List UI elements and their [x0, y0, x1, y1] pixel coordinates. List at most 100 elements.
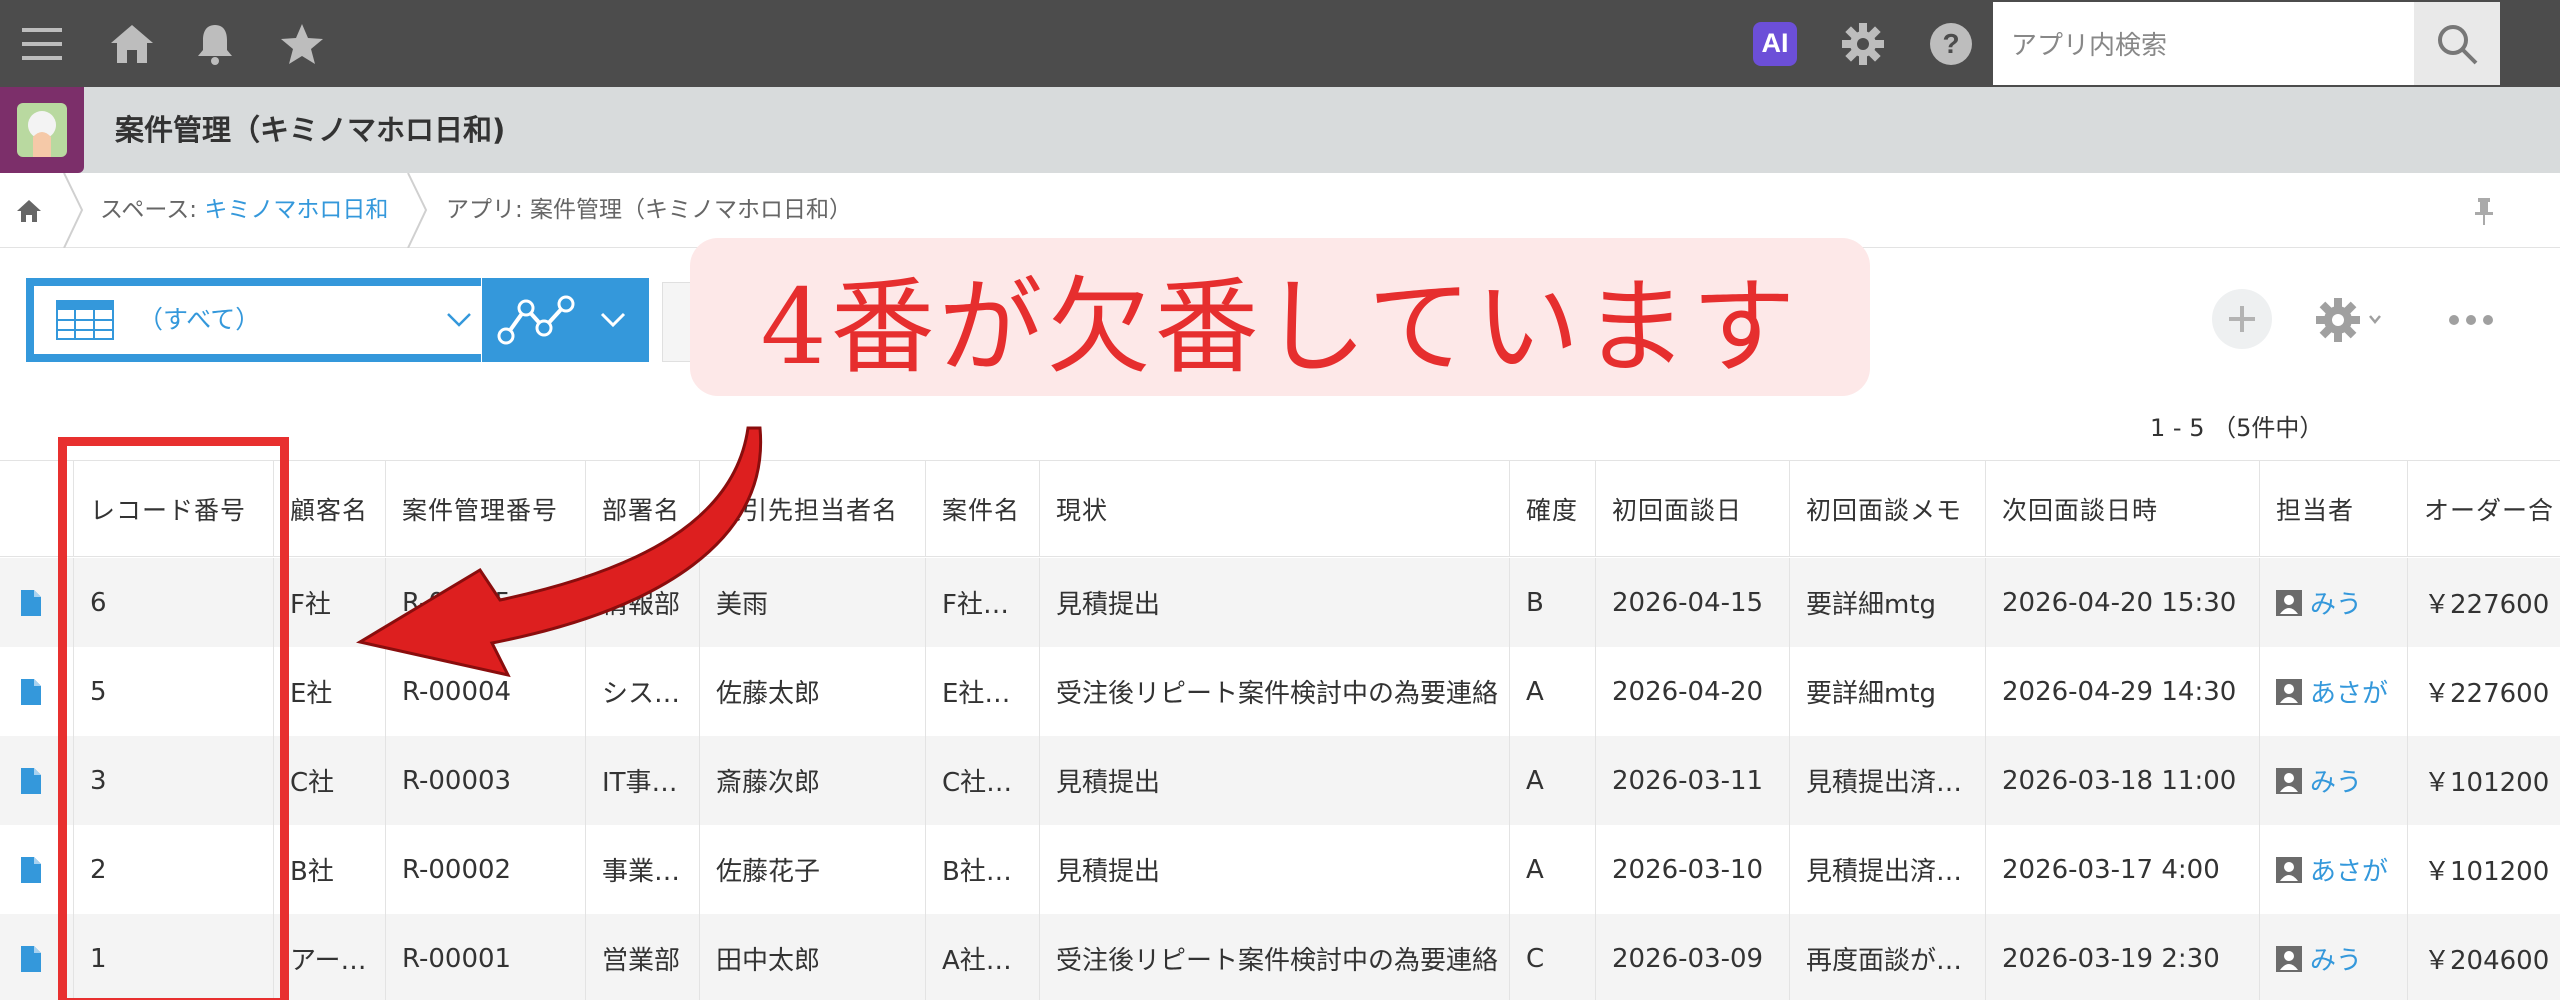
gear-icon — [2316, 298, 2381, 342]
cell-owner[interactable]: みう — [2260, 736, 2408, 825]
cell-owner[interactable]: あさが — [2260, 647, 2408, 736]
cell-rank: B — [1510, 558, 1596, 647]
cell-dept: 営業部 — [586, 914, 700, 1000]
header-contact[interactable]: 取引先担当者名 — [700, 461, 926, 556]
cell-contact: 佐藤太郎 — [700, 647, 926, 736]
hamburger-icon[interactable] — [14, 0, 70, 87]
cell-status: 受注後リピート案件検討中の為要連絡 — [1040, 914, 1510, 1000]
cell-customer: E社 — [274, 647, 386, 736]
breadcrumb-space-link[interactable]: キミノマホロ日和 — [204, 197, 388, 223]
more-icon — [2449, 315, 2493, 325]
cell-case-name: A社… — [926, 914, 1040, 1000]
cell-dept: 事業… — [586, 825, 700, 914]
graph-button[interactable] — [482, 278, 649, 362]
cell-memo: 要詳細mtg — [1790, 647, 1986, 736]
header-next[interactable]: 次回面談日時 — [1986, 461, 2260, 556]
header-owner[interactable]: 担当者 — [2260, 461, 2408, 556]
record-count: 1 - 5 （5件中） — [2150, 414, 2324, 442]
annotation-callout: 4番が欠番しています — [690, 238, 1870, 396]
cell-case-no: R-00002 — [386, 825, 586, 914]
bell-icon[interactable] — [190, 0, 240, 87]
owner-link[interactable]: みう — [2310, 940, 2362, 977]
view-selector-field[interactable]: （すべて） — [34, 286, 481, 354]
user-icon — [2276, 589, 2302, 616]
cell-owner[interactable]: あさが — [2260, 825, 2408, 914]
cell-order: ￥227600 — [2424, 590, 2550, 620]
header-first-date[interactable]: 初回面談日 — [1596, 461, 1790, 556]
owner-link[interactable]: みう — [2310, 762, 2362, 799]
gear-icon[interactable] — [1838, 0, 1888, 87]
cell-next: 2026-03-18 11:00 — [1986, 736, 2260, 825]
cell-rank: A — [1510, 647, 1596, 736]
cell-contact: 田中太郎 — [700, 914, 926, 1000]
cell-case-name: C社… — [926, 736, 1040, 825]
app-icon[interactable] — [0, 87, 84, 173]
cell-customer: F社 — [274, 558, 386, 647]
cell-rank: A — [1510, 825, 1596, 914]
cell-case-name: E社… — [926, 647, 1040, 736]
user-icon — [2276, 678, 2302, 705]
header-rank[interactable]: 確度 — [1510, 461, 1596, 556]
cell-case-name: B社… — [926, 825, 1040, 914]
chevron-down-icon — [600, 312, 626, 328]
app-header: 案件管理（キミノマホロ日和) — [0, 87, 2560, 173]
table-row[interactable]: 1 アー… R-00001 営業部 田中太郎 A社… 受注後リピート案件検討中の為要連絡 C 2… — [0, 914, 2560, 1000]
search-input[interactable]: アプリ内検索 — [1993, 2, 2414, 85]
search-icon[interactable] — [2414, 2, 2500, 85]
cell-rank: A — [1510, 736, 1596, 825]
cell-contact: 佐藤花子 — [700, 825, 926, 914]
home-icon[interactable] — [16, 173, 42, 248]
ai-badge[interactable]: AI — [1751, 0, 1799, 87]
breadcrumb: スペース: キミノマホロ日和 アプリ: 案件管理（キミノマホロ日和） — [0, 173, 2560, 248]
user-icon — [2276, 767, 2302, 794]
cell-first-date: 2026-03-09 — [1596, 914, 1790, 1000]
header-dept[interactable]: 部署名 — [586, 461, 700, 556]
cell-contact: 美雨 — [700, 558, 926, 647]
global-header: AI ? アプリ内検索 — [0, 0, 2560, 87]
cell-owner[interactable]: みう — [2260, 558, 2408, 647]
cell-first-date: 2026-04-15 — [1596, 558, 1790, 647]
star-icon[interactable] — [275, 0, 329, 87]
owner-link[interactable]: あさが — [2310, 673, 2388, 710]
cell-dept: シス… — [586, 647, 700, 736]
cell-owner[interactable]: みう — [2260, 914, 2408, 1000]
cell-customer: B社 — [274, 825, 386, 914]
breadcrumb-space: スペース: キミノマホロ日和 — [100, 173, 388, 248]
view-selector[interactable]: （すべて） — [26, 278, 481, 362]
cell-memo: 要詳細mtg — [1790, 558, 1986, 647]
record-detail-icon[interactable] — [20, 589, 42, 617]
chevron-down-icon — [447, 313, 471, 327]
table-row[interactable]: 6 F社 R-00005 情報部 美雨 F社… 見積提出 B 2026-04-15 要詳細mtg 2… — [0, 558, 2560, 647]
table-row[interactable]: 2 B社 R-00002 事業… 佐藤花子 B社… 見積提出 A 2026-03-10 見積提出済… — [0, 825, 2560, 914]
owner-link[interactable]: みう — [2310, 584, 2362, 621]
header-customer[interactable]: 顧客名 — [274, 461, 386, 556]
app-settings-button[interactable] — [2314, 294, 2386, 350]
header-case-name[interactable]: 案件名 — [926, 461, 1040, 556]
owner-link[interactable]: あさが — [2310, 851, 2388, 888]
annotation-highlight-box — [58, 437, 289, 1000]
record-detail-icon[interactable] — [20, 945, 42, 973]
cell-next: 2026-04-29 14:30 — [1986, 647, 2260, 736]
help-icon[interactable]: ? — [1926, 0, 1976, 87]
cell-contact: 斎藤次郎 — [700, 736, 926, 825]
record-detail-icon[interactable] — [20, 856, 42, 884]
cell-case-no: R-00001 — [386, 914, 586, 1000]
home-icon[interactable] — [104, 0, 160, 87]
record-detail-icon[interactable] — [20, 678, 42, 706]
table-row[interactable]: 5 E社 R-00004 シス… 佐藤太郎 E社… 受注後リピート案件検討中の為要連絡 A 20… — [0, 647, 2560, 736]
more-options-button[interactable] — [2446, 300, 2496, 344]
cell-status: 見積提出 — [1040, 736, 1510, 825]
header-order[interactable]: オーダー合 — [2408, 461, 2560, 556]
breadcrumb-app: アプリ: 案件管理（キミノマホロ日和） — [446, 197, 853, 223]
cell-next: 2026-04-20 15:30 — [1986, 558, 2260, 647]
header-memo[interactable]: 初回面談メモ — [1790, 461, 1986, 556]
cell-memo: 再度面談が… — [1790, 914, 1986, 1000]
header-status[interactable]: 現状 — [1040, 461, 1510, 556]
add-record-button[interactable] — [2212, 289, 2272, 349]
pin-icon[interactable] — [2472, 173, 2496, 248]
header-case-no[interactable]: 案件管理番号 — [386, 461, 586, 556]
cell-next: 2026-03-19 2:30 — [1986, 914, 2260, 1000]
record-detail-icon[interactable] — [20, 767, 42, 795]
table-row[interactable]: 3 C社 R-00003 IT事… 斎藤次郎 C社… 見積提出 A 2026-03-11 見積提出… — [0, 736, 2560, 825]
cell-order: ￥227600 — [2424, 679, 2550, 709]
